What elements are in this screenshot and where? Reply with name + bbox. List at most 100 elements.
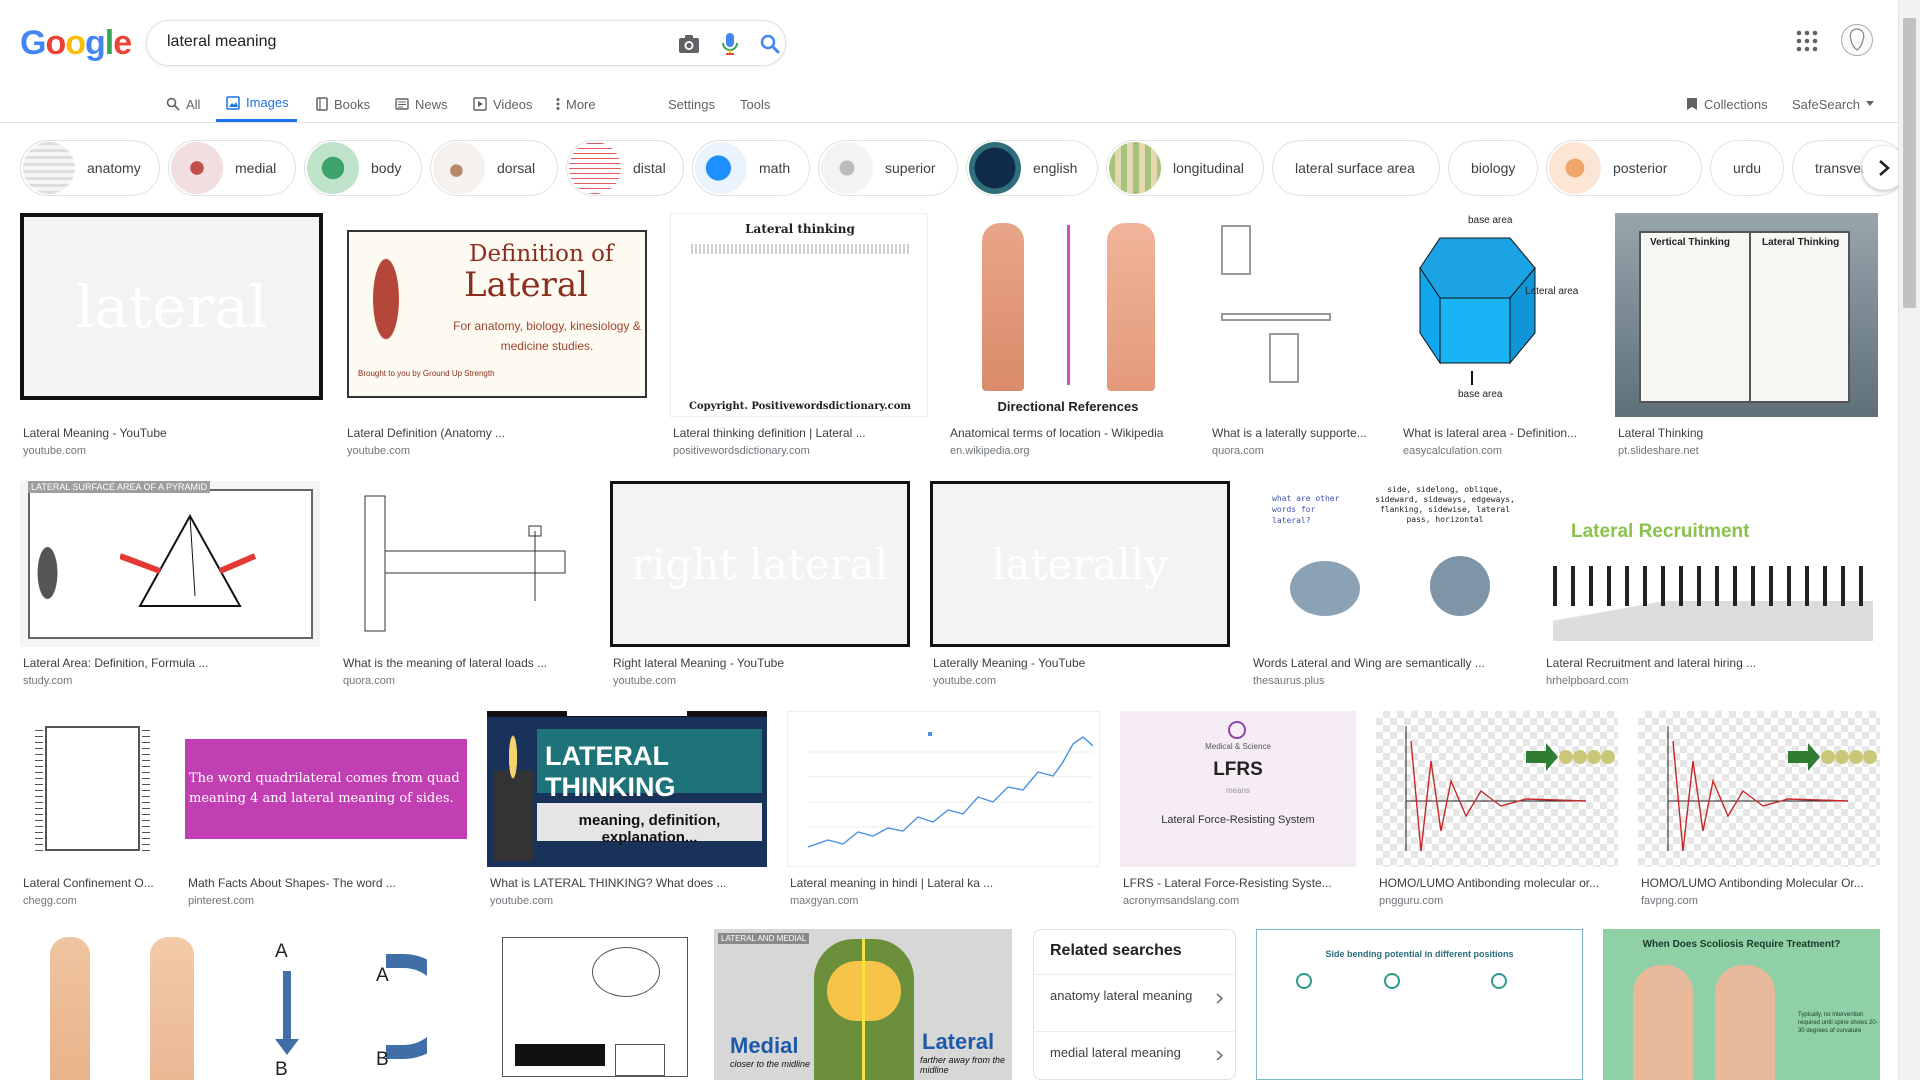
chip[interactable]: superior (818, 140, 958, 196)
image-result[interactable]: What is a laterally supporte... quora.co… (1209, 213, 1379, 463)
image-result[interactable]: laterally Laterally Meaning - YouTube yo… (930, 481, 1230, 691)
google-logo[interactable]: Google (20, 24, 132, 63)
thumbnail-text: Copyright. Positivewordsdictionary.com (689, 401, 911, 412)
chip-thumbnail (23, 142, 75, 194)
chip[interactable]: urdu (1710, 140, 1784, 196)
related-search-item[interactable]: medial lateral meaning (1034, 1031, 1235, 1079)
tab-videos[interactable]: Videos (473, 86, 533, 122)
thumbnail-text: base area (1458, 389, 1503, 400)
collections-button[interactable]: Collections (1686, 86, 1768, 122)
search-input[interactable]: lateral meaning (167, 33, 276, 51)
image-result[interactable]: LATERAL THINKING meaning, definition, ex… (487, 711, 767, 911)
tab-books[interactable]: Books (316, 86, 370, 122)
search-icon[interactable] (756, 30, 784, 58)
settings-link[interactable]: Settings (668, 86, 715, 122)
image-result[interactable]: Directional References Anatomical terms … (947, 213, 1189, 463)
video-icon (473, 97, 487, 111)
chip[interactable]: posterior (1546, 140, 1702, 196)
image-result[interactable] (497, 929, 693, 1080)
camera-icon[interactable] (675, 30, 703, 58)
result-title[interactable]: LFRS - Lateral Force-Resisting Syste... (1123, 876, 1357, 890)
chip[interactable]: longitudinal (1106, 140, 1264, 196)
result-title[interactable]: What is a laterally supporte... (1212, 426, 1378, 440)
result-source: quora.com (343, 675, 395, 687)
result-title[interactable]: Math Facts About Shapes- The word ... (188, 876, 468, 890)
related-search-item[interactable]: anatomy lateral meaning (1034, 974, 1235, 1031)
image-result[interactable]: what are other words for lateral? side, … (1250, 481, 1523, 691)
image-result[interactable]: base area Lateral area base area What is… (1400, 213, 1595, 463)
safesearch-button[interactable]: SafeSearch (1792, 86, 1874, 122)
result-title[interactable]: Lateral Recruitment and lateral hiring .… (1546, 656, 1876, 670)
logo-letter: o (65, 24, 86, 62)
result-thumbnail: Vertical Thinking Lateral Thinking (1615, 213, 1878, 417)
image-result[interactable]: HOMO/LUMO Antibonding Molecular Or... fa… (1638, 711, 1880, 911)
result-title[interactable]: Lateral Thinking (1618, 426, 1878, 440)
chevron-right-icon (1879, 160, 1890, 176)
page-scrollbar[interactable] (1898, 0, 1920, 1080)
apps-grid-icon[interactable] (1795, 29, 1819, 53)
image-result[interactable]: Lateral Recruitment Lateral Recruitment … (1543, 481, 1878, 691)
thumbnail-text: B (275, 1059, 288, 1080)
image-result[interactable]: Definition of Lateral For anatomy, biolo… (344, 213, 649, 463)
thumbnail-text: Vertical Thinking (1650, 237, 1731, 248)
image-result[interactable]: What is the meaning of lateral loads ...… (340, 481, 590, 691)
chip[interactable]: english (966, 140, 1098, 196)
image-result[interactable]: right lateral Right lateral Meaning - Yo… (610, 481, 910, 691)
result-title[interactable]: Lateral Definition (Anatomy ... (347, 426, 647, 440)
tab-news[interactable]: News (395, 86, 448, 122)
result-title[interactable]: Lateral Meaning - YouTube (23, 426, 323, 440)
thumbnail-text: Lateral (464, 265, 589, 305)
chip[interactable]: anatomy (20, 140, 160, 196)
result-title[interactable]: Laterally Meaning - YouTube (933, 656, 1228, 670)
chip[interactable]: body (304, 140, 422, 196)
tab-more[interactable]: More (556, 86, 596, 122)
image-result[interactable]: Side bending potential in different posi… (1256, 929, 1583, 1080)
image-result[interactable]: Vertical Thinking Lateral Thinking Later… (1615, 213, 1878, 463)
chip-thumbnail (969, 142, 1021, 194)
chip[interactable]: lateral surface area (1272, 140, 1440, 196)
tab-all[interactable]: All (166, 86, 200, 122)
result-title[interactable]: What is LATERAL THINKING? What does ... (490, 876, 768, 890)
result-title[interactable]: HOMO/LUMO Antibonding Molecular Or... (1641, 876, 1881, 890)
chip[interactable]: biology (1448, 140, 1538, 196)
chip-thumbnail (569, 142, 621, 194)
result-title[interactable]: What is the meaning of lateral loads ... (343, 656, 591, 670)
search-box[interactable]: lateral meaning (146, 20, 786, 66)
image-result[interactable]: HOMO/LUMO Antibonding molecular or... pn… (1376, 711, 1618, 911)
image-result[interactable]: LATERAL AND MEDIAL Medial closer to the … (714, 929, 1012, 1080)
result-title[interactable]: Lateral Confinement O... (23, 876, 166, 890)
result-source: easycalculation.com (1403, 445, 1503, 457)
result-title[interactable]: HOMO/LUMO Antibonding molecular or... (1379, 876, 1619, 890)
image-result[interactable]: When Does Scoliosis Require Treatment? T… (1603, 929, 1880, 1080)
image-result[interactable]: Medical & Science LFRS means Lateral For… (1120, 711, 1356, 911)
result-thumbnail: The word quadrilateral comes from quad m… (185, 711, 467, 867)
chip[interactable]: medial (168, 140, 296, 196)
result-title[interactable]: Lateral Area: Definition, Formula ... (23, 656, 318, 670)
image-result[interactable]: LATERAL SURFACE AREA OF A PYRAMID Latera… (20, 481, 320, 691)
result-title[interactable]: Lateral thinking definition | Lateral ..… (673, 426, 923, 440)
image-result[interactable]: lateral Lateral Meaning - YouTube youtub… (20, 213, 325, 463)
image-result[interactable]: The word quadrilateral comes from quad m… (185, 711, 467, 911)
chip[interactable]: distal (566, 140, 684, 196)
chip-thumbnail (307, 142, 359, 194)
image-result[interactable] (20, 929, 211, 1080)
thumbnail-text: LATERAL THINKING (545, 741, 676, 802)
tools-link[interactable]: Tools (740, 86, 770, 122)
image-result[interactable]: A B A B (231, 929, 427, 1080)
chip-thumbnail (1549, 142, 1601, 194)
tab-images[interactable]: Images (216, 86, 297, 122)
scrollbar-thumb[interactable] (1903, 18, 1916, 308)
result-thumbnail (20, 929, 211, 1080)
microphone-icon[interactable] (716, 30, 744, 58)
chip[interactable]: math (692, 140, 810, 196)
chip[interactable]: dorsal (430, 140, 558, 196)
result-title[interactable]: Words Lateral and Wing are semantically … (1253, 656, 1523, 670)
image-result[interactable]: Lateral meaning in hindi | Lateral ka ..… (787, 711, 1100, 911)
result-title[interactable]: What is lateral area - Definition... (1403, 426, 1593, 440)
result-title[interactable]: Anatomical terms of location - Wikipedia (950, 426, 1190, 440)
image-result[interactable]: Lateral thinking Copyright. Positiveword… (670, 213, 928, 463)
account-avatar[interactable] (1841, 24, 1873, 56)
image-result[interactable]: Lateral Confinement O... chegg.com (20, 711, 165, 911)
result-title[interactable]: Right lateral Meaning - YouTube (613, 656, 908, 670)
result-title[interactable]: Lateral meaning in hindi | Lateral ka ..… (790, 876, 1100, 890)
